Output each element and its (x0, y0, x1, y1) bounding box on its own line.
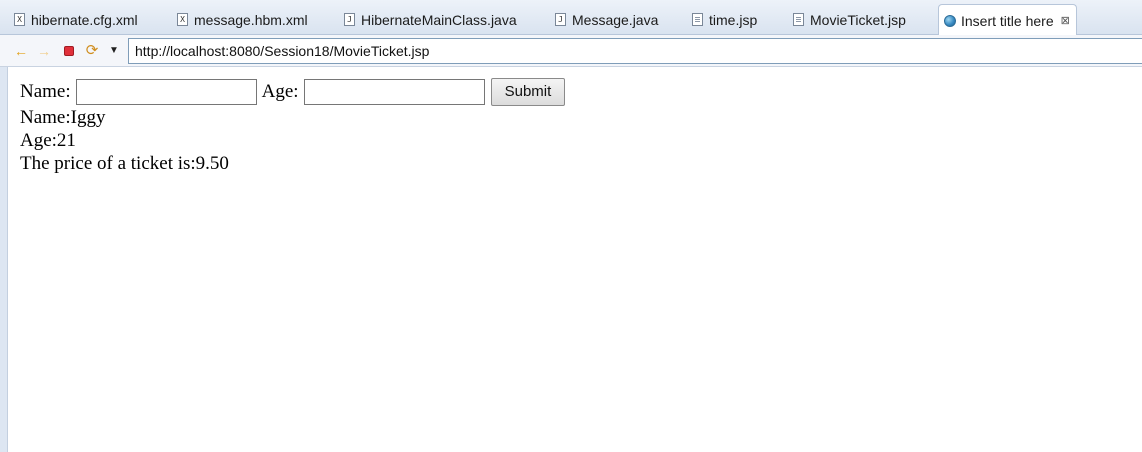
xml-file-icon: X (14, 13, 25, 26)
editor-frame-border (0, 0, 8, 452)
tab-label: MovieTicket.jsp (810, 11, 906, 28)
submit-button[interactable]: Submit (490, 77, 566, 106)
result-price: The price of a ticket is:9.50 (20, 153, 229, 174)
tab-insert-title-here[interactable]: Insert title here ⊠ (938, 4, 1077, 36)
age-field[interactable] (303, 78, 485, 105)
forward-arrow-icon[interactable]: → (36, 43, 52, 59)
tab-label: message.hbm.xml (194, 11, 308, 28)
stop-icon[interactable] (61, 43, 77, 59)
tab-label: Insert title here (961, 12, 1054, 29)
tab-time-jsp[interactable]: time.jsp (692, 4, 757, 35)
tab-message-hbm-xml[interactable]: X message.hbm.xml (177, 4, 308, 35)
name-label: Name: (20, 80, 71, 102)
url-input[interactable] (128, 38, 1142, 64)
tab-label: hibernate.cfg.xml (31, 11, 138, 28)
java-file-icon: J (344, 13, 355, 26)
result-name: Name:Iggy (20, 107, 106, 128)
jsp-file-icon (793, 13, 804, 26)
jsp-file-icon (692, 13, 703, 26)
back-arrow-icon[interactable]: ← (13, 43, 29, 59)
tab-movie-ticket-jsp[interactable]: MovieTicket.jsp (793, 4, 906, 35)
globe-icon (944, 14, 956, 27)
editor-tab-bar: X hibernate.cfg.xml X message.hbm.xml J … (0, 0, 1142, 36)
page-content: Name: Age: Submit Name:Iggy Age:21 The p… (20, 77, 566, 175)
tab-hibernate-main-class-java[interactable]: J HibernateMainClass.java (344, 4, 517, 35)
tab-label: Message.java (572, 11, 659, 28)
tab-message-java[interactable]: J Message.java (555, 4, 658, 35)
xml-file-icon: X (177, 13, 188, 26)
java-file-icon: J (555, 13, 566, 26)
name-field[interactable] (75, 78, 257, 105)
tab-label: time.jsp (709, 11, 758, 28)
tab-hibernate-cfg-xml[interactable]: X hibernate.cfg.xml (14, 4, 138, 35)
chevron-down-icon[interactable]: ▼ (106, 43, 122, 59)
result-age: Age:21 (20, 130, 76, 151)
refresh-icon[interactable]: ⟳ (84, 43, 100, 59)
age-label: Age: (261, 80, 299, 102)
ticket-form: Name: Age: Submit (20, 77, 566, 106)
tab-label: HibernateMainClass.java (361, 11, 517, 28)
close-tab-icon[interactable]: ⊠ (1061, 14, 1070, 27)
